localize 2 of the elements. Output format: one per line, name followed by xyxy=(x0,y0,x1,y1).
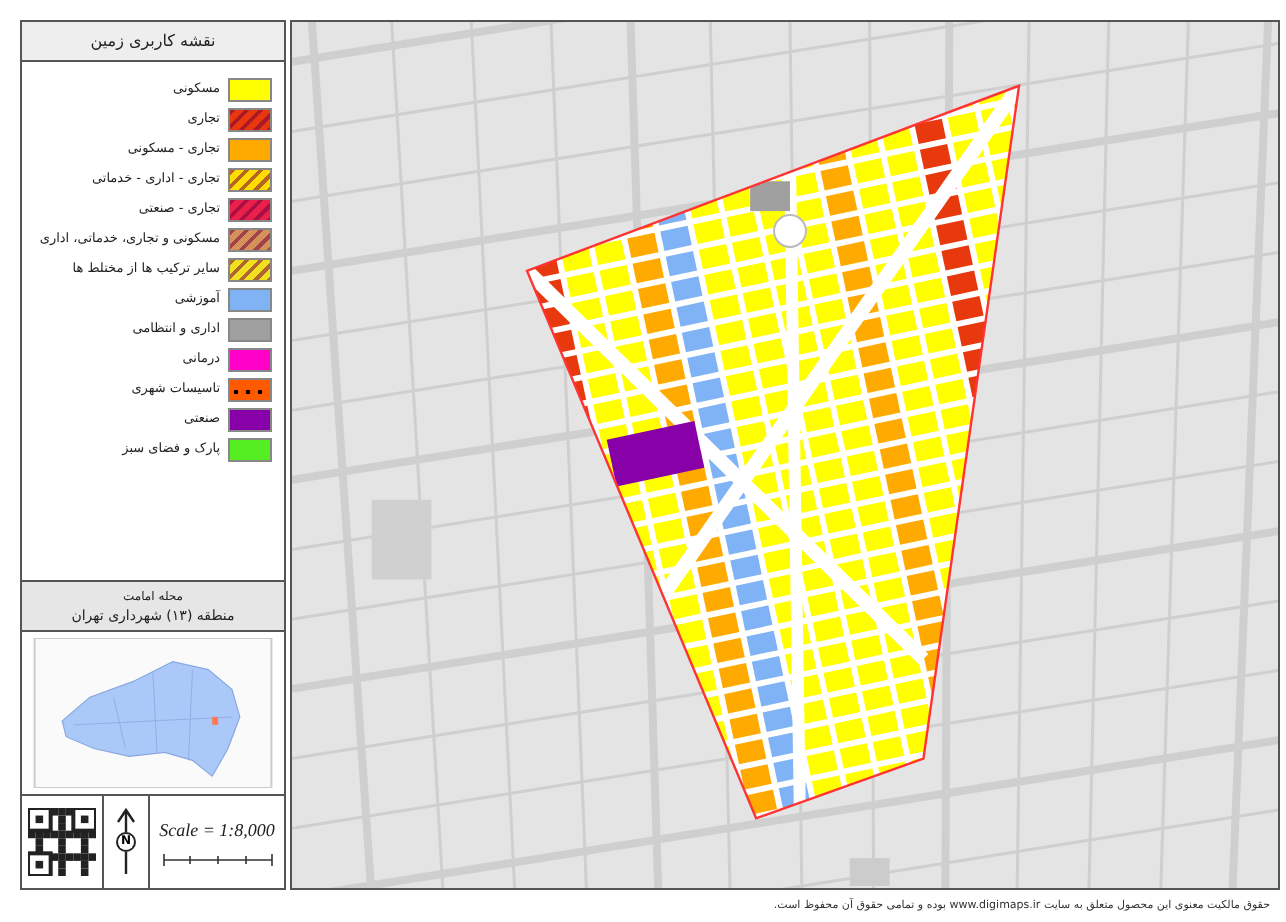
scale-text: Scale = 1:8,000 xyxy=(159,818,275,845)
legend-title: نقشه کاربری زمین xyxy=(22,22,284,62)
